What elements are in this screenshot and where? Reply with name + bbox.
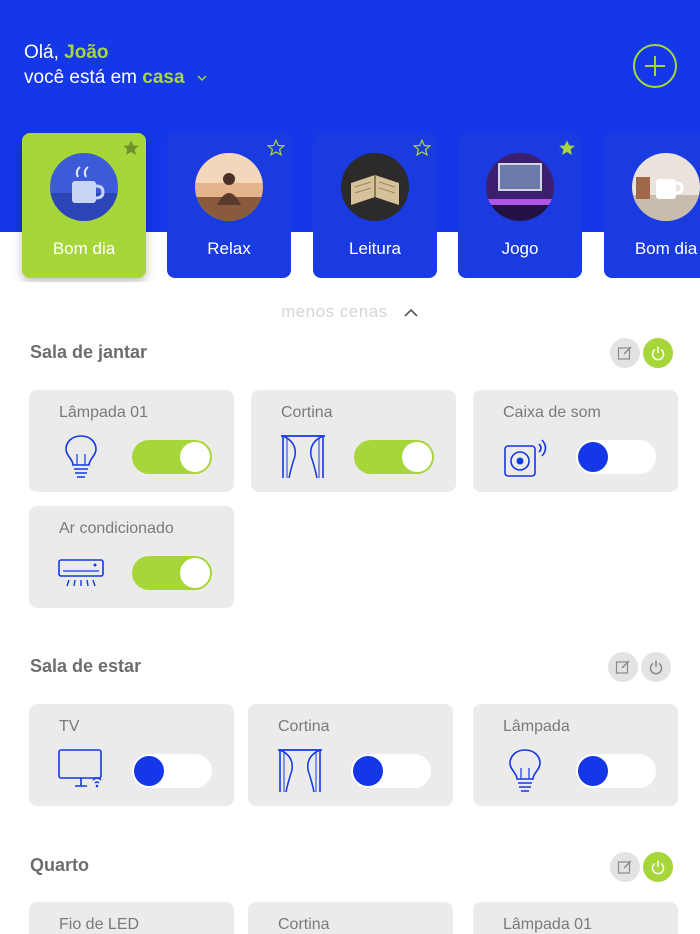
- add-button[interactable]: [633, 44, 677, 88]
- device-card-cortina[interactable]: Cortina: [251, 390, 456, 492]
- edit-icon: [615, 660, 630, 674]
- star-filled-icon[interactable]: [122, 139, 140, 157]
- device-name: Lâmpada: [503, 718, 570, 735]
- device-name: Caixa de som: [503, 404, 601, 421]
- scene-card-relax[interactable]: Relax: [167, 133, 291, 278]
- scene-photo-coffee: [50, 153, 118, 221]
- device-name: TV: [59, 718, 80, 735]
- scene-card-bom-dia-2[interactable]: Bom dia: [604, 133, 700, 278]
- device-toggle[interactable]: [576, 440, 656, 474]
- device-card-tv[interactable]: TV: [29, 704, 234, 806]
- edit-room-button[interactable]: [608, 652, 638, 682]
- room-power-button[interactable]: [643, 338, 673, 368]
- toggle-knob: [402, 442, 432, 472]
- scene-photo-book: [341, 153, 409, 221]
- device-card-lampada[interactable]: Lâmpada: [473, 704, 678, 806]
- power-icon: [651, 346, 665, 361]
- device-name: Cortina: [278, 916, 330, 933]
- room-title-sala-de-estar: Sala de estar: [30, 656, 142, 676]
- device-toggle[interactable]: [132, 754, 212, 788]
- location-prefix: você está em: [24, 67, 137, 88]
- lightbulb-icon: [65, 435, 97, 478]
- room-title-quarto: Quarto: [30, 855, 90, 875]
- device-name: Lâmpada 01: [503, 916, 592, 933]
- scene-label: Bom dia: [52, 239, 116, 258]
- toggle-knob: [180, 442, 210, 472]
- chevron-down-icon: [197, 75, 207, 82]
- location-name: casa: [142, 67, 185, 88]
- power-icon: [649, 660, 663, 675]
- device-toggle[interactable]: [132, 440, 212, 474]
- power-icon: [651, 860, 665, 875]
- device-card-lampada-01[interactable]: Lâmpada 01: [29, 390, 234, 492]
- star-outline-icon[interactable]: [413, 139, 431, 157]
- device-card-cortina[interactable]: Cortina: [248, 704, 453, 806]
- toggle-knob: [180, 558, 210, 588]
- speaker-icon: [504, 439, 547, 477]
- room-title-sala-de-jantar: Sala de jantar: [30, 342, 148, 362]
- toggle-knob: [578, 756, 608, 786]
- greeting: Olá, João você está em casa: [24, 40, 208, 90]
- device-name: Ar condicionado: [59, 520, 174, 537]
- device-card-lampada-01[interactable]: Lâmpada 01: [473, 902, 678, 934]
- lightbulb-icon: [509, 749, 541, 792]
- device-name: Cortina: [278, 718, 330, 735]
- edit-room-button[interactable]: [610, 852, 640, 882]
- toggle-knob: [353, 756, 383, 786]
- air-conditioner-icon: [58, 559, 104, 587]
- toggle-knob: [578, 442, 608, 472]
- curtain-icon: [278, 749, 322, 793]
- scene-photo-meditation: [195, 153, 263, 221]
- scene-card-jogo[interactable]: Jogo: [458, 133, 582, 278]
- scenes-carousel[interactable]: Bom dia Relax Leitura Jogo Bom dia: [0, 132, 700, 282]
- scene-label: Leitura: [349, 239, 401, 258]
- greeting-prefix: Olá,: [24, 42, 59, 63]
- tv-icon: [58, 749, 102, 788]
- scene-label: Bom dia: [634, 239, 698, 258]
- device-name: Fio de LED: [59, 916, 140, 933]
- edit-room-button[interactable]: [610, 338, 640, 368]
- star-outline-icon[interactable]: [267, 139, 285, 157]
- device-card-caixa-de-som[interactable]: Caixa de som: [473, 390, 678, 492]
- device-toggle[interactable]: [132, 556, 212, 590]
- device-toggle[interactable]: [576, 754, 656, 788]
- scene-photo-gaming: [486, 153, 554, 221]
- scene-photo-coffee-table: [632, 153, 700, 221]
- chevron-up-icon: [404, 308, 418, 317]
- less-scenes-toggle[interactable]: menos cenas: [0, 302, 700, 322]
- device-card-cortina[interactable]: Cortina: [248, 902, 453, 934]
- edit-icon: [617, 346, 632, 360]
- greeting-line: Olá, João: [24, 40, 208, 65]
- room-power-button[interactable]: [643, 852, 673, 882]
- device-name: Cortina: [281, 404, 333, 421]
- toggle-knob: [134, 756, 164, 786]
- scene-label: Jogo: [501, 239, 539, 258]
- edit-icon: [617, 860, 632, 874]
- star-filled-icon[interactable]: [558, 139, 576, 157]
- less-scenes-label: menos cenas: [281, 302, 388, 321]
- user-name: João: [64, 42, 109, 63]
- device-toggle[interactable]: [354, 440, 434, 474]
- device-toggle[interactable]: [351, 754, 431, 788]
- location-selector[interactable]: você está em casa: [24, 65, 208, 90]
- device-card-fio-de-led[interactable]: Fio de LED: [29, 902, 234, 934]
- scene-label: Relax: [207, 239, 251, 258]
- curtain-icon: [281, 435, 325, 479]
- scene-card-leitura[interactable]: Leitura: [313, 133, 437, 278]
- scene-card-bom-dia[interactable]: Bom dia: [22, 133, 146, 278]
- room-power-button[interactable]: [641, 652, 671, 682]
- device-card-ar-condicionado[interactable]: Ar condicionado: [29, 506, 234, 608]
- device-name: Lâmpada 01: [59, 404, 148, 421]
